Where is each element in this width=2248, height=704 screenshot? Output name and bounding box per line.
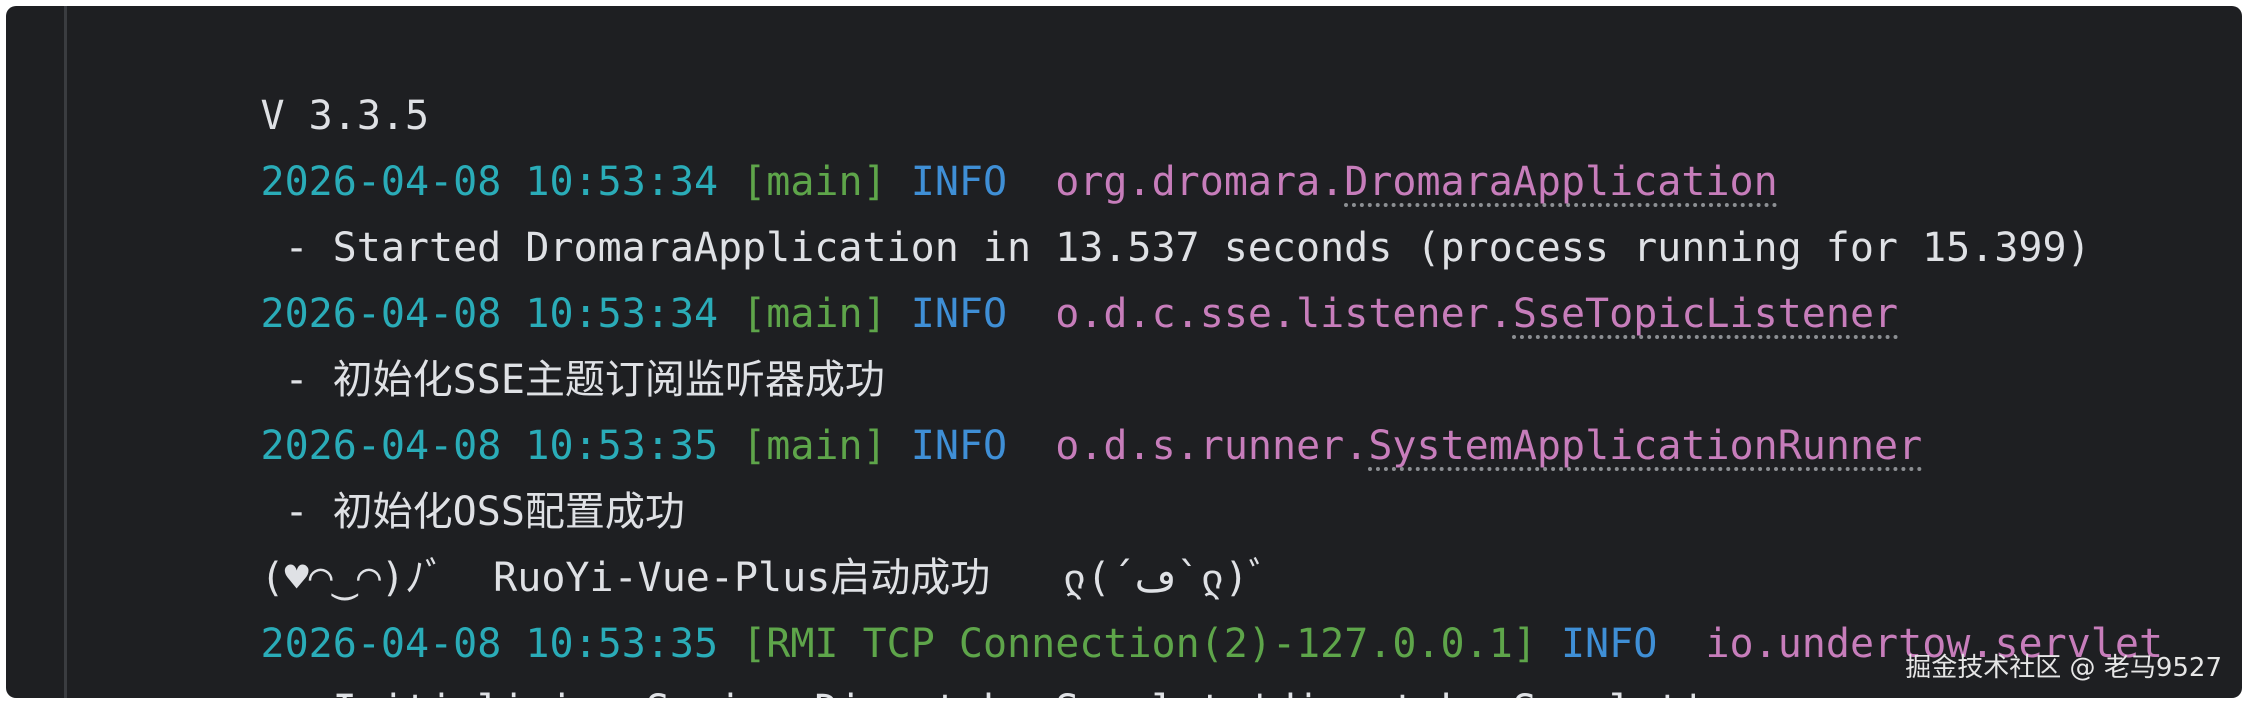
log-timestamp: 2026-04-08 10:53:35 (260, 423, 719, 469)
log-level: INFO (910, 159, 1008, 205)
log-message-text: - Initializing Spring DispatcherServlet … (285, 687, 1706, 698)
startup-banner-text: (♥◠‿◠)ﾉﾞ RuoYi-Vue-Plus启动成功 ლ(´ڡ`ლ)ﾞ (260, 555, 1269, 601)
log-message-text: - Started DromaraApplication in 13.537 s… (284, 225, 2091, 271)
watermark: 掘金技术社区 @ 老马9527 (1905, 653, 2222, 683)
log-thread: [main] (742, 423, 887, 469)
log-thread: [main] (742, 159, 887, 205)
log-level: INFO (1560, 621, 1658, 667)
gutter-divider (64, 6, 67, 698)
log-logger-class-link[interactable]: SystemApplicationRunner (1368, 423, 1922, 469)
log-level: INFO (910, 423, 1008, 469)
log-timestamp: 2026-04-08 10:53:35 (260, 621, 719, 667)
log-logger-package: org.dromara. (1055, 159, 1345, 205)
log-message-text: - 初始化SSE主题订阅监听器成功 (284, 357, 885, 403)
version-text: V 3.3.5 (260, 93, 430, 139)
console-line-version: V 3.3.5 (116, 32, 2222, 139)
log-timestamp: 2026-04-08 10:53:34 (260, 159, 719, 205)
console-output-panel: V 3.3.5 2026-04-08 10:53:34 [main] INFO … (6, 6, 2242, 698)
log-timestamp: 2026-04-08 10:53:34 (260, 291, 719, 337)
log-logger-class-link[interactable]: SseTopicListener (1513, 291, 1898, 337)
log-line: 2026-04-08 10:53:34 [main] INFO org.drom… (116, 98, 2222, 205)
log-level: INFO (910, 291, 1008, 337)
log-thread: [RMI TCP Connection(2)-127.0.0.1] (742, 621, 1537, 667)
log-logger-package: o.d.c.sse.listener. (1055, 291, 1513, 337)
log-message-text: - 初始化OSS配置成功 (284, 489, 685, 535)
log-thread: [main] (742, 291, 887, 337)
console-lines: V 3.3.5 2026-04-08 10:53:34 [main] INFO … (116, 32, 2222, 698)
log-logger-package: o.d.s.runner. (1055, 423, 1369, 469)
log-logger-class-link[interactable]: DromaraApplication (1344, 159, 1777, 205)
